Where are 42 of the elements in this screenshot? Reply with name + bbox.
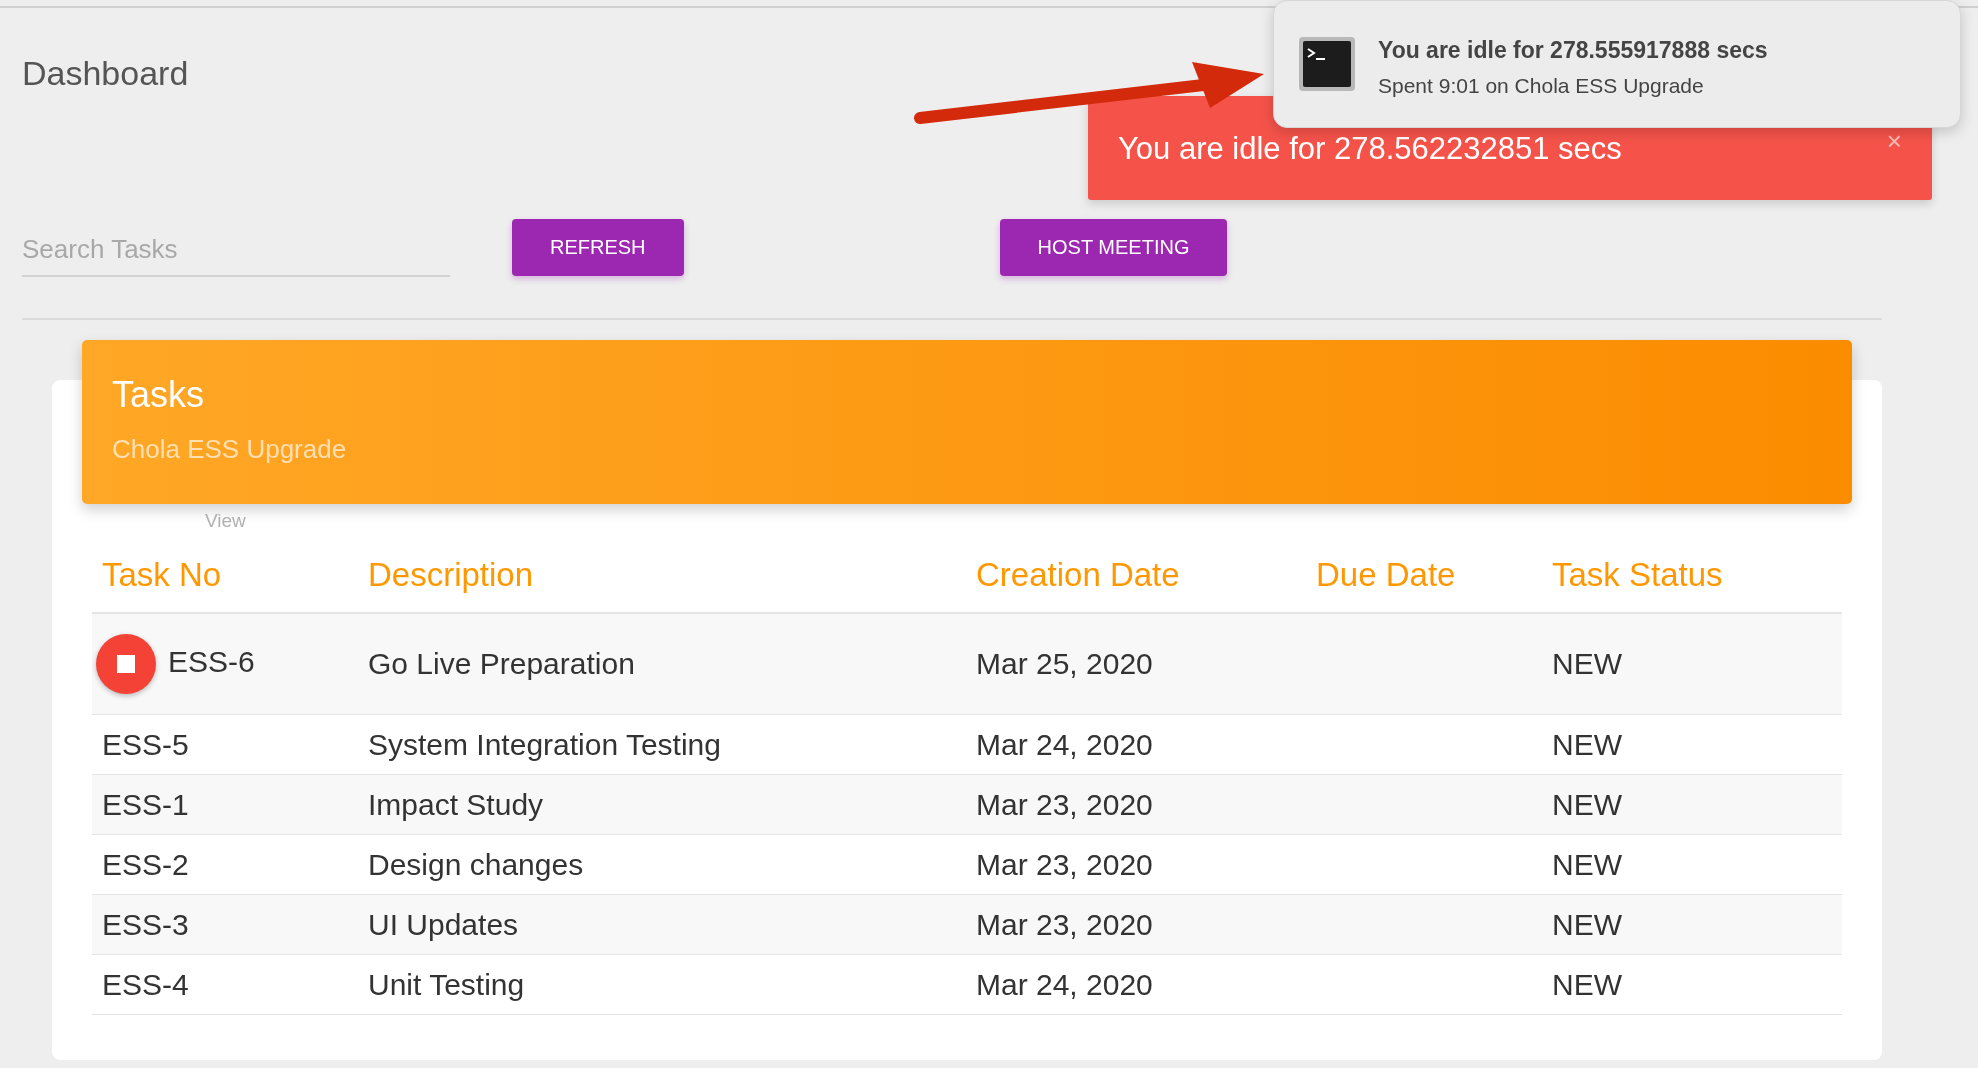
- notification-title: You are idle for 278.555917888 secs: [1378, 36, 1768, 64]
- table-cell: Mar 24, 2020: [976, 727, 1153, 762]
- terminal-icon: [1298, 36, 1356, 92]
- column-header: Due Date: [1316, 556, 1457, 594]
- table-cell: ESS-6: [168, 645, 255, 679]
- column-header: Task No: [102, 556, 223, 594]
- card-title: Tasks: [112, 374, 205, 416]
- stop-button[interactable]: [96, 634, 156, 694]
- table-cell: NEW: [1552, 907, 1622, 942]
- stop-icon: [117, 655, 135, 673]
- column-header: Description: [368, 556, 535, 594]
- table-cell: NEW: [1552, 727, 1622, 762]
- table-cell: ESS-2: [102, 847, 189, 882]
- table-cell: Mar 24, 2020: [976, 967, 1153, 1002]
- table-cell: Mar 25, 2020: [976, 647, 1153, 681]
- table-cell: NEW: [1552, 967, 1622, 1002]
- table-cell: NEW: [1552, 787, 1622, 822]
- table-cell: UI Updates: [368, 907, 519, 942]
- column-header: Creation Date: [976, 556, 1181, 594]
- table-cell: Mar 23, 2020: [976, 787, 1153, 822]
- table-cell: Design changes: [368, 847, 584, 882]
- refresh-button[interactable]: REFRESH: [512, 218, 684, 276]
- table-cell: ESS-1: [102, 787, 189, 822]
- table-cell: System Integration Testing: [368, 727, 721, 762]
- card-subtitle: Chola ESS Upgrade: [112, 434, 347, 465]
- table-cell: ESS-3: [102, 907, 189, 942]
- host-meeting-button[interactable]: HOST MEETING: [999, 218, 1228, 276]
- toast-message: You are idle for 278.562232851 secs: [1118, 130, 1622, 167]
- table-cell: Unit Testing: [368, 967, 525, 1002]
- table-cell: Impact Study: [368, 787, 544, 822]
- search-field[interactable]: Search Tasks: [22, 223, 450, 277]
- table-cell: NEW: [1552, 647, 1622, 681]
- view-label: View: [205, 510, 246, 532]
- notification-body: Spent 9:01 on Chola ESS Upgrade: [1378, 73, 1705, 98]
- table-cell: NEW: [1552, 847, 1622, 882]
- table-cell: Mar 23, 2020: [976, 907, 1153, 942]
- table-cell: ESS-4: [102, 967, 189, 1002]
- table-cell: Go Live Preparation: [368, 647, 635, 681]
- column-header: Task Status: [1552, 556, 1724, 594]
- table-cell: ESS-5: [102, 727, 189, 762]
- table-cell: Mar 23, 2020: [976, 847, 1153, 882]
- page-title: Dashboard: [22, 53, 189, 94]
